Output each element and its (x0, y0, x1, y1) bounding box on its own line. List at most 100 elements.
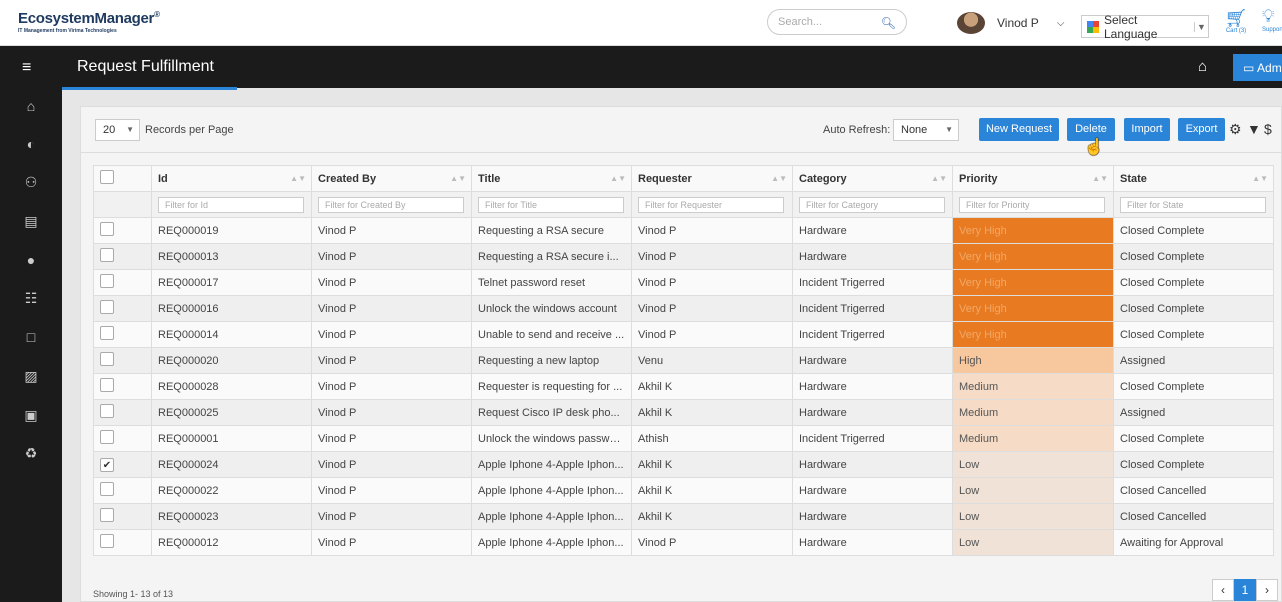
select-all-checkbox[interactable] (100, 170, 114, 184)
sort-icon[interactable]: ▲▼ (1092, 174, 1108, 183)
calendar-icon[interactable]: □ (20, 329, 42, 349)
column-label: Priority (959, 172, 998, 185)
dropdown-arrow-icon[interactable]: ▼ (1194, 21, 1208, 32)
table-row[interactable]: REQ000017 Vinod P Telnet password reset Vin… (93, 269, 1274, 296)
cell-requester: Akhil K (631, 399, 793, 426)
help-icon[interactable]: $ (1264, 121, 1272, 137)
language-select[interactable]: Select Language ▼ (1081, 13, 1209, 41)
cell-requester: Vinod P (631, 295, 793, 322)
cell-state: Closed Complete (1113, 295, 1274, 322)
sort-icon[interactable]: ▲▼ (450, 174, 466, 183)
column-header-requester[interactable]: Requester ▲▼ (631, 165, 793, 192)
dashboard-icon[interactable]: ◐ (20, 136, 42, 156)
column-header-priority[interactable]: Priority ▲▼ (952, 165, 1114, 192)
export-button[interactable]: Export (1178, 118, 1225, 141)
column-header-title[interactable]: Title ▲▼ (471, 165, 632, 192)
app-logo[interactable]: EcosystemManager® IT Management from Vir… (18, 10, 160, 34)
row-checkbox[interactable]: ✔ (100, 457, 114, 472)
filter-icon[interactable]: ▼ (1247, 121, 1261, 137)
chevron-down-icon[interactable]: ⌵ (1057, 18, 1065, 29)
filter-id-input[interactable]: Filter for Id (158, 196, 304, 213)
prev-page-button[interactable]: ‹ (1212, 579, 1234, 601)
gear-icon[interactable]: ⚙ (1229, 121, 1242, 138)
row-checkbox[interactable] (100, 300, 114, 314)
column-header-state[interactable]: State ▲▼ (1113, 165, 1274, 192)
row-checkbox[interactable] (100, 274, 114, 288)
table-row[interactable]: REQ000020 Vinod P Requesting a new laptop V… (93, 347, 1274, 374)
column-header-category[interactable]: Category ▲▼ (792, 165, 953, 192)
table-row[interactable]: REQ000014 Vinod P Unable to send and recei… (93, 321, 1274, 348)
table-row[interactable]: REQ000022 Vinod P Apple Iphone 4-Apple Iph… (93, 477, 1274, 504)
next-page-button[interactable]: › (1256, 579, 1278, 601)
cell-state: Awaiting for Approval (1113, 529, 1274, 556)
google-translate-icon (1087, 20, 1099, 33)
calendar-grid-icon[interactable]: ▤ (20, 213, 42, 233)
table-row[interactable]: REQ000023 Vinod P Apple Iphone 4-Apple Iph… (93, 503, 1274, 530)
table-row[interactable]: REQ000013 Vinod P Requesting a RSA secure … (93, 243, 1274, 270)
row-checkbox[interactable] (100, 508, 114, 522)
filter-priority-input[interactable]: Filter for Priority (959, 196, 1105, 213)
row-checkbox[interactable] (100, 378, 114, 392)
search-icon[interactable]: 🔍︎ (881, 16, 896, 30)
avatar (957, 12, 985, 34)
sort-icon[interactable]: ▲▼ (1252, 174, 1268, 183)
row-checkbox[interactable] (100, 222, 114, 236)
cell-priority: High (952, 347, 1114, 374)
user-menu[interactable]: Vinod P ⌵ (957, 12, 1064, 34)
cell-id: REQ000028 (151, 373, 312, 400)
records-per-page-select[interactable]: 20 ▼ (95, 119, 140, 141)
sort-icon[interactable]: ▲▼ (931, 174, 947, 183)
table-row[interactable]: ✔ REQ000024 Vinod P Apple Iphone 4-Apple Ip… (93, 451, 1274, 478)
support-label: Support (1262, 27, 1282, 33)
recycle-icon[interactable]: ♻ (20, 445, 42, 465)
sort-icon[interactable]: ▲▼ (610, 174, 626, 183)
auto-refresh-select[interactable]: None ▼ (893, 119, 959, 141)
column-header-created-by[interactable]: Created By ▲▼ (311, 165, 472, 192)
home-icon[interactable]: ⌂ (1198, 58, 1207, 75)
menu-icon[interactable]: ≡ (22, 59, 31, 77)
column-header-id[interactable]: Id ▲▼ (151, 165, 312, 192)
new-request-button[interactable]: New Request (979, 118, 1059, 141)
filter-requester-input[interactable]: Filter for Requester (638, 196, 784, 213)
sort-icon[interactable]: ▲▼ (290, 174, 306, 183)
filter-category-input[interactable]: Filter for Category (799, 196, 945, 213)
cell-state: Assigned (1113, 399, 1274, 426)
table-row[interactable]: REQ000012 Vinod P Apple Iphone 4-Apple Iph… (93, 529, 1274, 556)
cell-requester: Akhil K (631, 503, 793, 530)
admin-button[interactable]: ▭ Admin (1233, 54, 1282, 81)
cell-id: REQ000024 (151, 451, 312, 478)
cell-id: REQ000017 (151, 269, 312, 296)
cart-button[interactable]: 🛒︎ Cart (3) (1222, 8, 1250, 34)
search-input[interactable]: Search... 🔍︎ (767, 9, 907, 35)
sort-icon[interactable]: ▲▼ (771, 174, 787, 183)
filter-state-input[interactable]: Filter for State (1120, 196, 1266, 213)
row-checkbox[interactable] (100, 430, 114, 444)
cell-id: REQ000022 (151, 477, 312, 504)
sitemap-icon[interactable]: ☷ (20, 290, 42, 310)
book-icon[interactable]: ▨ (20, 368, 42, 388)
briefcase-icon[interactable]: ▣ (20, 407, 42, 427)
row-checkbox[interactable] (100, 482, 114, 496)
row-checkbox[interactable] (100, 534, 114, 548)
binoculars-icon[interactable]: ⚇ (20, 174, 42, 194)
user-icon[interactable]: ● (20, 252, 42, 272)
row-checkbox[interactable] (100, 248, 114, 262)
page-button[interactable]: 1 (1234, 579, 1256, 601)
row-checkbox[interactable] (100, 404, 114, 418)
table-row[interactable]: REQ000016 Vinod P Unlock the windows accou… (93, 295, 1274, 322)
row-checkbox[interactable] (100, 326, 114, 340)
import-button[interactable]: Import (1124, 118, 1170, 141)
cell-requester: Athish (631, 425, 793, 452)
table-row[interactable]: REQ000028 Vinod P Requester is requesting … (93, 373, 1274, 400)
row-checkbox[interactable] (100, 352, 114, 366)
table-row[interactable]: REQ000019 Vinod P Requesting a RSA secure V… (93, 217, 1274, 244)
cell-created-by: Vinod P (311, 321, 472, 348)
filter-title-input[interactable]: Filter for Title (478, 196, 624, 213)
filter-created-by-input[interactable]: Filter for Created By (318, 196, 464, 213)
cell-title: Requesting a RSA secure i... (471, 243, 632, 270)
table-row[interactable]: REQ000001 Vinod P Unlock the windows passw… (93, 425, 1274, 452)
home-icon[interactable]: ⌂ (20, 98, 42, 118)
filter-cell: Filter for State (1113, 191, 1274, 218)
table-row[interactable]: REQ000025 Vinod P Request Cisco IP desk ph… (93, 399, 1274, 426)
support-button[interactable]: 💡︎ Support (1262, 6, 1282, 33)
